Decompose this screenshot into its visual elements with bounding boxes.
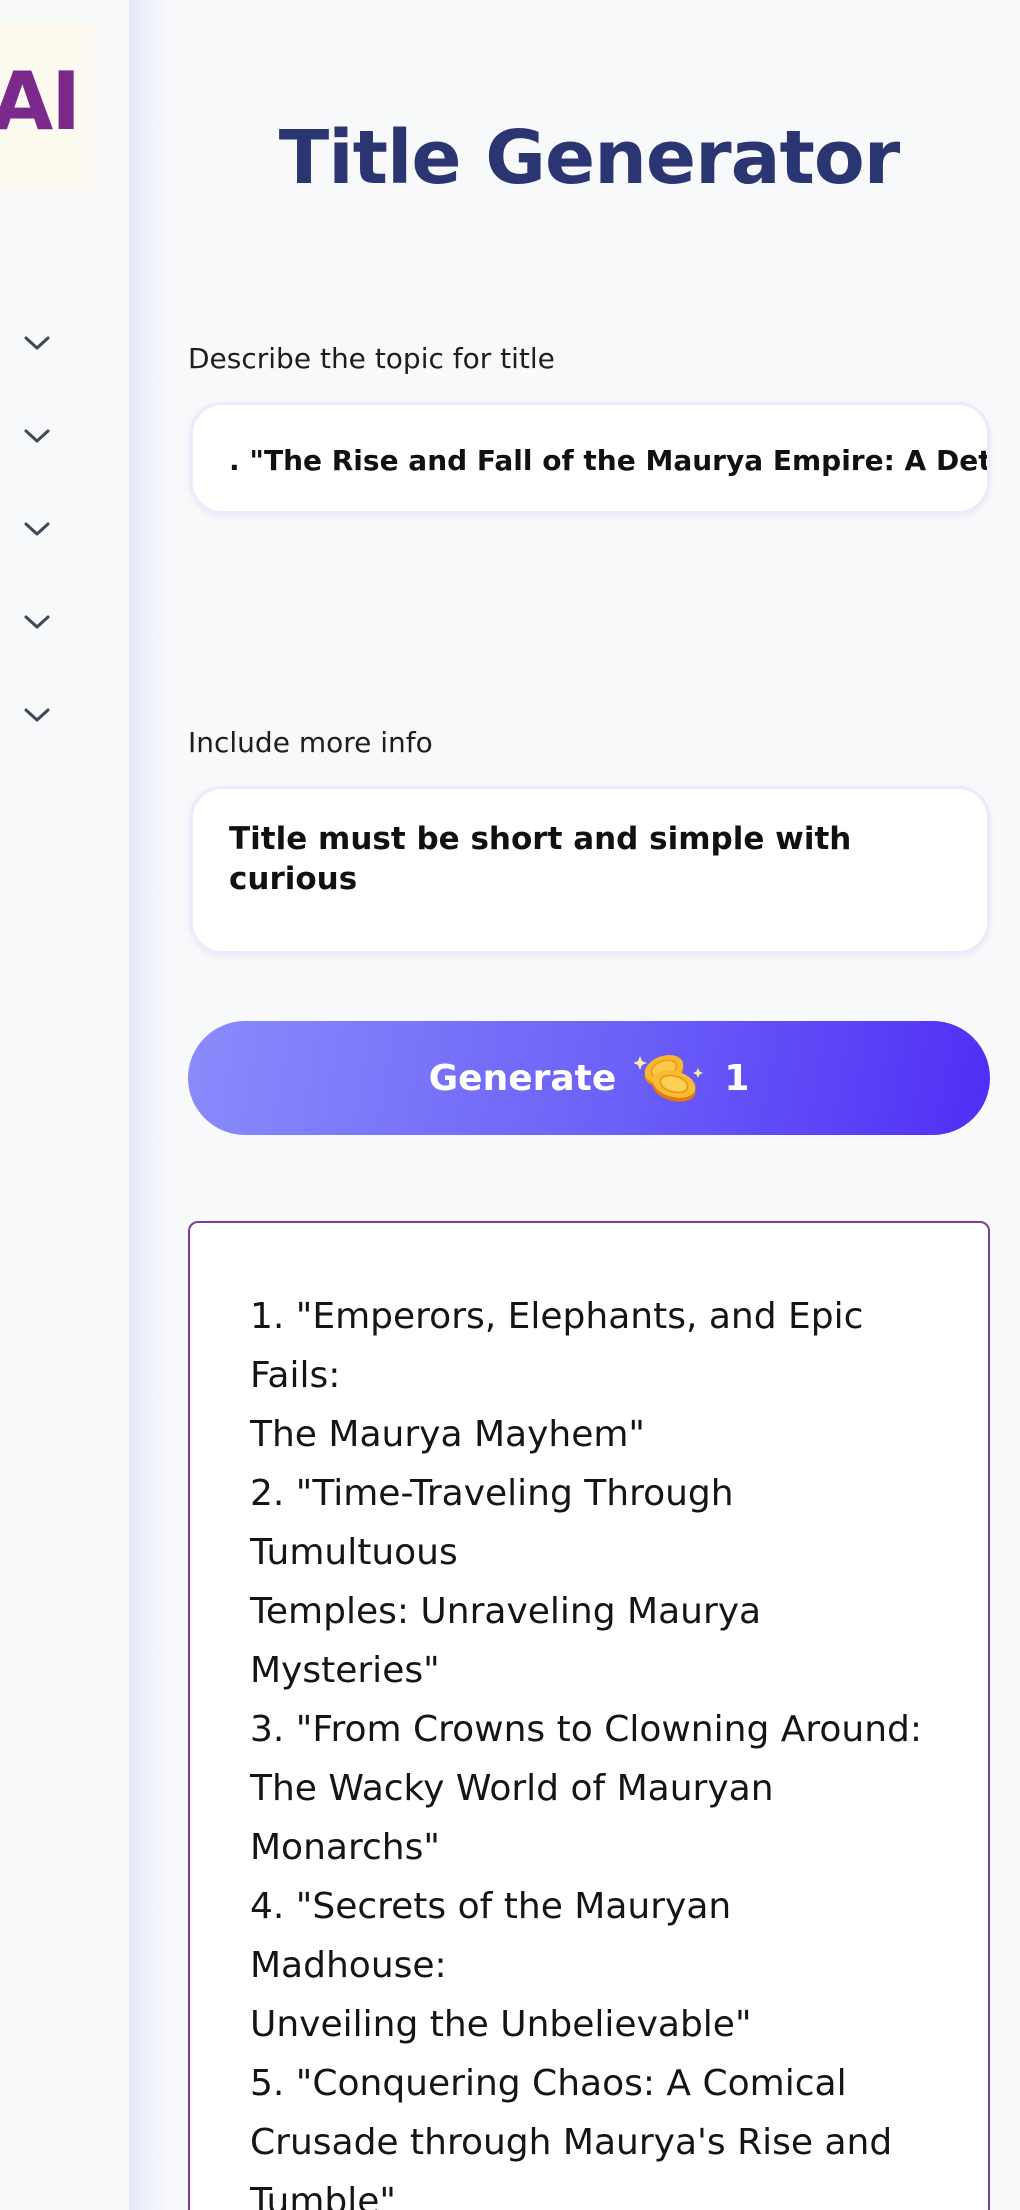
logo-text: AI [0, 55, 81, 148]
page-title: Title Generator [278, 115, 900, 201]
generate-label: Generate [428, 1057, 617, 1099]
sidebar: AI [0, 0, 169, 2210]
sidebar-section-3-toggle[interactable] [20, 514, 54, 548]
generate-cost: 1 [724, 1057, 750, 1099]
generate-button[interactable]: Generate 1 [188, 1021, 990, 1135]
output-line: Temples: Unraveling Maurya Mysteries" [250, 1591, 762, 1691]
chevron-down-icon [22, 333, 52, 357]
output-line: Crusade through Maurya's Rise and [250, 2122, 893, 2163]
chevron-down-icon [22, 519, 52, 543]
chevron-down-icon [22, 705, 52, 729]
coins-icon [634, 1048, 706, 1108]
output-line: 2. "Time-Traveling Through Tumultuous [250, 1473, 734, 1573]
output-line: 1. "Emperors, Elephants, and Epic Fails: [250, 1296, 864, 1396]
generated-titles-output[interactable]: 1. "Emperors, Elephants, and Epic Fails:… [188, 1221, 990, 2210]
sidebar-section-5-toggle[interactable] [20, 700, 54, 734]
output-line: 4. "Secrets of the Mauryan Madhouse: [250, 1886, 732, 1986]
output-line: The Wacky World of Mauryan [250, 1768, 774, 1809]
output-line: Tumble" [250, 2181, 396, 2210]
topic-input[interactable]: . "The Rise and Fall of the Maurya Empir… [190, 402, 990, 514]
sidebar-section-1-toggle[interactable] [20, 328, 54, 362]
output-line: Monarchs" [250, 1827, 440, 1868]
topic-label: Describe the topic for title [188, 342, 555, 375]
sidebar-section-4-toggle[interactable] [20, 607, 54, 641]
page: AI Title Generator Describe the topic fo… [0, 0, 1020, 2210]
sidebar-section-2-toggle[interactable] [20, 421, 54, 455]
more-info-textarea[interactable]: Title must be short and simple with curi… [190, 786, 990, 954]
output-line: Unveiling the Unbelievable" [250, 2004, 752, 2045]
output-line: 5. "Conquering Chaos: A Comical [250, 2063, 847, 2104]
chevron-down-icon [22, 612, 52, 636]
more-info-label: Include more info [188, 726, 433, 759]
logo[interactable]: AI [0, 22, 95, 190]
output-line: The Maurya Mayhem" [250, 1414, 645, 1455]
chevron-down-icon [22, 426, 52, 450]
output-line: 3. "From Crowns to Clowning Around: [250, 1709, 923, 1750]
